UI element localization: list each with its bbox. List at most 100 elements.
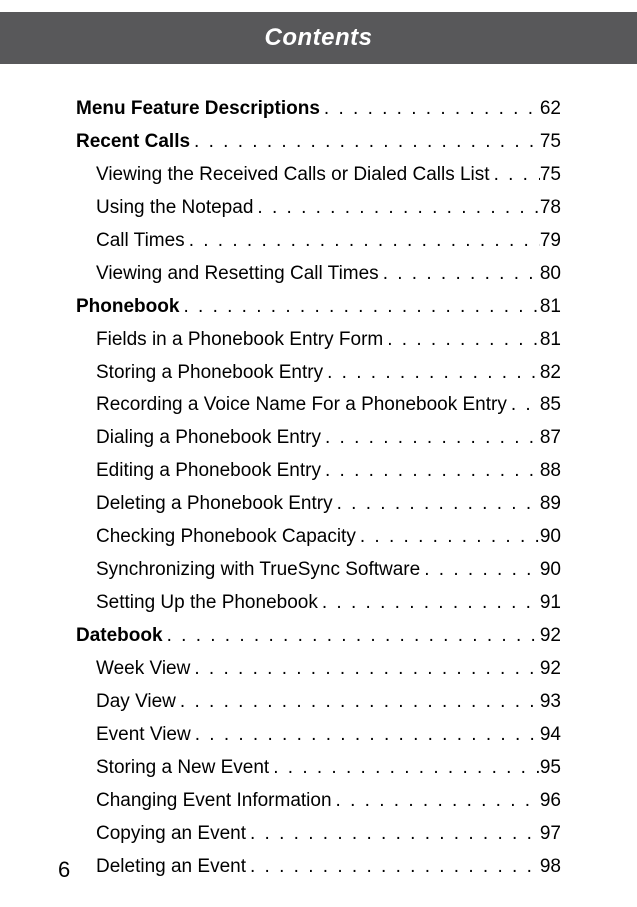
toc-entry: Viewing and Resetting Call Times 80 — [76, 259, 561, 288]
toc-entry: Datebook 92 — [76, 621, 561, 650]
toc-entry-page: 91 — [540, 588, 561, 617]
toc-entry-page: 82 — [540, 358, 561, 387]
toc-entry-title: Call Times — [96, 226, 185, 255]
toc-entry-page: 89 — [540, 489, 561, 518]
toc-entry-page: 94 — [540, 720, 561, 749]
toc-entry-title: Storing a Phonebook Entry — [96, 358, 323, 387]
toc-entry-page: 96 — [540, 786, 561, 815]
toc-entry-title: Fields in a Phonebook Entry Form — [96, 325, 383, 354]
toc-leader-dots — [379, 259, 540, 288]
toc-leader-dots — [333, 489, 540, 518]
toc-entry-title: Dialing a Phonebook Entry — [96, 423, 321, 452]
toc-entry-page: 81 — [540, 325, 561, 354]
toc-entry-title: Phonebook — [76, 292, 179, 321]
toc-leader-dots — [269, 753, 540, 782]
toc-leader-dots — [176, 687, 540, 716]
toc-entry-title: Datebook — [76, 621, 163, 650]
toc-leader-dots — [246, 852, 540, 881]
toc-leader-dots — [320, 94, 540, 123]
toc-entry-page: 88 — [540, 456, 561, 485]
toc-leader-dots — [163, 621, 540, 650]
toc-entry-page: 75 — [540, 127, 561, 156]
toc-entry: Viewing the Received Calls or Dialed Cal… — [76, 160, 561, 189]
toc-entry-page: 93 — [540, 687, 561, 716]
toc-leader-dots — [321, 456, 540, 485]
table-of-contents: Menu Feature Descriptions 62 Recent Calls 7… — [0, 64, 637, 881]
toc-entry: Dialing a Phonebook Entry 87 — [76, 423, 561, 452]
toc-entry-title: Storing a New Event — [96, 753, 269, 782]
toc-leader-dots — [420, 555, 540, 584]
toc-entry-page: 78 — [540, 193, 561, 222]
toc-leader-dots — [383, 325, 540, 354]
toc-leader-dots — [191, 720, 540, 749]
toc-entry: Menu Feature Descriptions 62 — [76, 94, 561, 123]
toc-leader-dots — [318, 588, 540, 617]
toc-entry-title: Recent Calls — [76, 127, 190, 156]
toc-entry-page: 90 — [540, 522, 561, 551]
toc-entry-title: Deleting a Phonebook Entry — [96, 489, 333, 518]
toc-entry: Phonebook 81 — [76, 292, 561, 321]
toc-entry-page: 98 — [540, 852, 561, 881]
toc-leader-dots — [179, 292, 539, 321]
toc-entry: Deleting a Phonebook Entry 89 — [76, 489, 561, 518]
toc-entry: Recording a Voice Name For a Phonebook E… — [76, 390, 561, 419]
toc-leader-dots — [246, 819, 540, 848]
toc-entry-page: 97 — [540, 819, 561, 848]
toc-leader-dots — [190, 127, 540, 156]
toc-entry-title: Event View — [96, 720, 191, 749]
toc-leader-dots — [356, 522, 540, 551]
header-bar: Contents — [0, 12, 637, 64]
toc-entry: Checking Phonebook Capacity 90 — [76, 522, 561, 551]
toc-entry: Changing Event Information 96 — [76, 786, 561, 815]
toc-entry: Day View 93 — [76, 687, 561, 716]
toc-entry: Recent Calls 75 — [76, 127, 561, 156]
toc-leader-dots — [253, 193, 539, 222]
toc-entry-title: Changing Event Information — [96, 786, 332, 815]
toc-entry: Copying an Event 97 — [76, 819, 561, 848]
toc-entry-page: 85 — [540, 390, 561, 419]
toc-leader-dots — [332, 786, 540, 815]
toc-entry-title: Copying an Event — [96, 819, 246, 848]
toc-entry-title: Day View — [96, 687, 176, 716]
toc-entry-title: Viewing the Received Calls or Dialed Cal… — [96, 160, 490, 189]
toc-entry: Storing a New Event 95 — [76, 753, 561, 782]
toc-leader-dots — [321, 423, 540, 452]
toc-entry-title: Viewing and Resetting Call Times — [96, 259, 379, 288]
toc-entry-title: Synchronizing with TrueSync Software — [96, 555, 420, 584]
toc-entry-page: 80 — [540, 259, 561, 288]
toc-entry: Week View 92 — [76, 654, 561, 683]
toc-entry-title: Using the Notepad — [96, 193, 253, 222]
toc-entry-page: 95 — [540, 753, 561, 782]
toc-entry: Synchronizing with TrueSync Software 90 — [76, 555, 561, 584]
toc-entry-title: Menu Feature Descriptions — [76, 94, 320, 123]
toc-entry-page: 90 — [540, 555, 561, 584]
toc-entry: Using the Notepad 78 — [76, 193, 561, 222]
toc-entry-title: Checking Phonebook Capacity — [96, 522, 356, 551]
toc-entry-page: 92 — [540, 654, 561, 683]
toc-entry-page: 79 — [540, 226, 561, 255]
toc-entry-title: Editing a Phonebook Entry — [96, 456, 321, 485]
toc-leader-dots — [323, 358, 540, 387]
toc-entry: Deleting an Event 98 — [76, 852, 561, 881]
toc-leader-dots — [507, 390, 540, 419]
toc-entry: Editing a Phonebook Entry 88 — [76, 456, 561, 485]
page-number: 6 — [58, 857, 70, 883]
toc-entry-page: 81 — [540, 292, 561, 321]
toc-entry-page: 75 — [540, 160, 561, 189]
toc-entry: Event View 94 — [76, 720, 561, 749]
toc-leader-dots — [490, 160, 540, 189]
toc-entry-page: 92 — [540, 621, 561, 650]
toc-entry: Setting Up the Phonebook 91 — [76, 588, 561, 617]
page-title: Contents — [265, 24, 373, 51]
toc-entry-title: Recording a Voice Name For a Phonebook E… — [96, 390, 507, 419]
toc-entry: Storing a Phonebook Entry 82 — [76, 358, 561, 387]
toc-leader-dots — [185, 226, 540, 255]
toc-entry-title: Deleting an Event — [96, 852, 246, 881]
toc-entry-page: 87 — [540, 423, 561, 452]
toc-leader-dots — [190, 654, 540, 683]
toc-entry-title: Week View — [96, 654, 190, 683]
toc-entry: Fields in a Phonebook Entry Form 81 — [76, 325, 561, 354]
toc-entry-title: Setting Up the Phonebook — [96, 588, 318, 617]
toc-entry-page: 62 — [540, 94, 561, 123]
toc-entry: Call Times 79 — [76, 226, 561, 255]
